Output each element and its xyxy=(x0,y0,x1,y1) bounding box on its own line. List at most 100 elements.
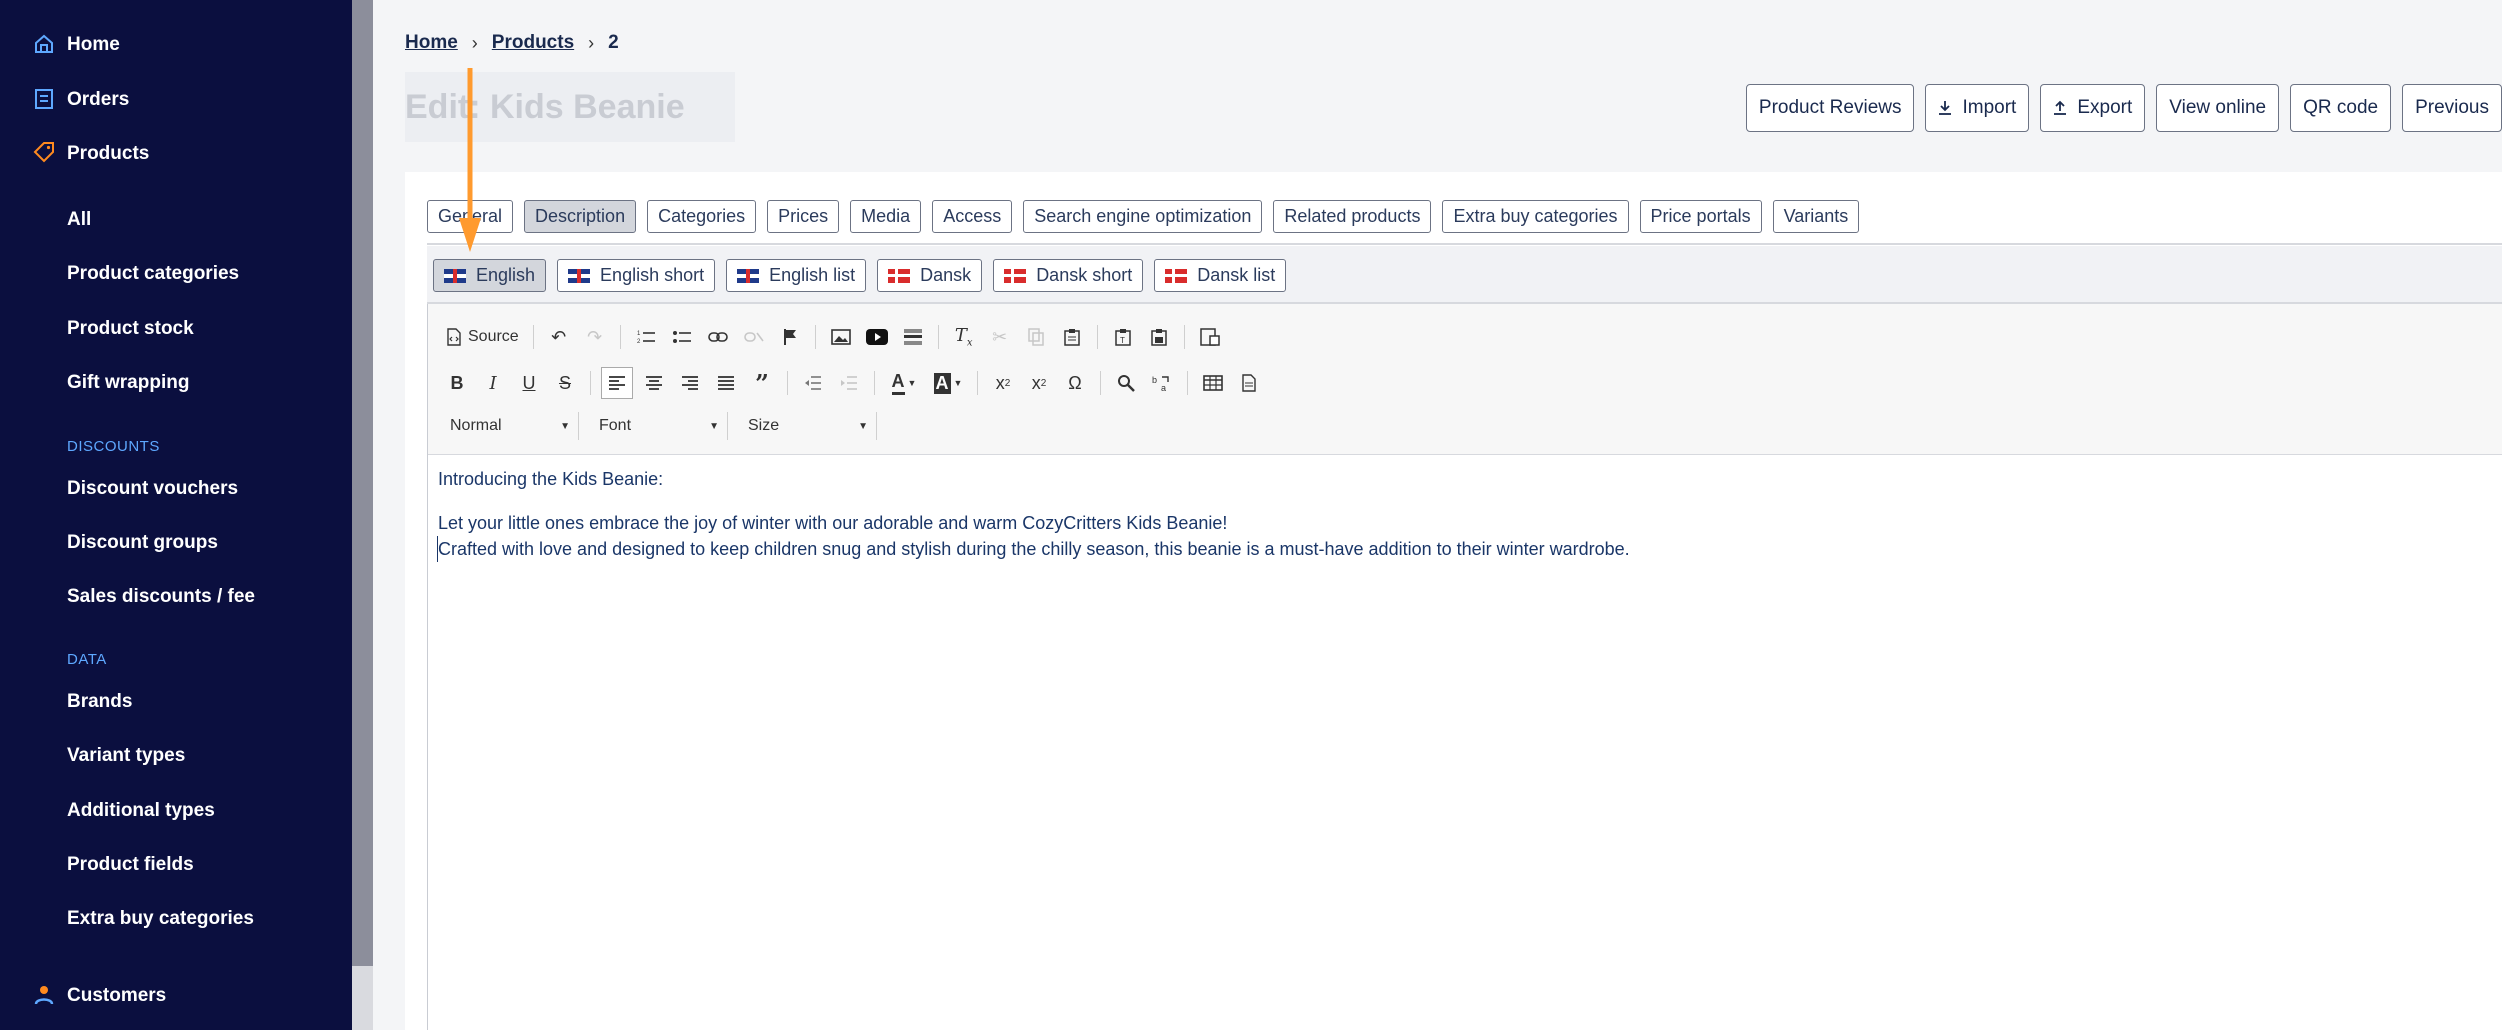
tab-related-products[interactable]: Related products xyxy=(1273,200,1432,233)
increase-indent-icon[interactable] xyxy=(834,368,864,398)
sidebar-subitem-variant-types[interactable]: Variant types xyxy=(67,745,185,767)
image-glyph xyxy=(830,329,851,345)
source-label: Source xyxy=(468,328,519,345)
decrease-indent-icon[interactable] xyxy=(798,368,828,398)
strikethrough-icon[interactable]: S xyxy=(550,368,580,398)
find-icon[interactable] xyxy=(1111,368,1141,398)
font-select[interactable]: Font ▼ xyxy=(591,412,728,440)
paste-text-icon[interactable]: T xyxy=(1108,322,1138,352)
numbered-list-icon[interactable]: 12 xyxy=(631,322,661,352)
link-icon[interactable] xyxy=(703,322,733,352)
tab-seo[interactable]: Search engine optimization xyxy=(1023,200,1263,233)
scrollbar-thumb[interactable] xyxy=(352,966,373,1030)
breadcrumb-home[interactable]: Home xyxy=(405,32,458,54)
cut-icon[interactable]: ✂ xyxy=(985,322,1015,352)
export-button[interactable]: Export xyxy=(2040,84,2146,132)
sidebar-subitem-product-categories[interactable]: Product categories xyxy=(67,263,239,285)
previous-label: Previous xyxy=(2415,97,2489,118)
caret-down-icon: ▼ xyxy=(560,420,570,432)
tab-access[interactable]: Access xyxy=(932,200,1013,233)
text-color-icon[interactable]: A ▼ xyxy=(885,368,923,398)
qr-code-button[interactable]: QR code xyxy=(2290,84,2392,132)
paste-icon[interactable] xyxy=(1057,322,1087,352)
lang-tab-dansk-short[interactable]: Dansk short xyxy=(993,259,1144,292)
undo-icon[interactable]: ↶ xyxy=(544,322,574,352)
special-character-icon[interactable]: Ω xyxy=(1060,368,1090,398)
image-icon[interactable] xyxy=(826,322,856,352)
table-icon[interactable] xyxy=(1198,368,1228,398)
tab-media[interactable]: Media xyxy=(850,200,922,233)
tab-price-portals[interactable]: Price portals xyxy=(1639,200,1762,233)
sidebar-subitem-brands[interactable]: Brands xyxy=(67,691,132,713)
table-glyph xyxy=(1203,375,1223,391)
sidebar-subitem-gift-wrapping[interactable]: Gift wrapping xyxy=(67,372,189,394)
redo-icon[interactable]: ↷ xyxy=(580,322,610,352)
product-reviews-button[interactable]: Product Reviews xyxy=(1745,84,1915,132)
bold-icon[interactable]: B xyxy=(442,368,472,398)
sidebar-subitem-additional-types[interactable]: Additional types xyxy=(67,800,215,822)
source-button[interactable]: Source xyxy=(442,322,523,352)
sidebar-scrollbar[interactable] xyxy=(352,0,373,1030)
tab-extra-buy-categories[interactable]: Extra buy categories xyxy=(1442,200,1629,233)
toolbar-separator xyxy=(977,371,978,395)
size-select[interactable]: Size ▼ xyxy=(740,412,877,440)
language-bar: English English short English list Dansk… xyxy=(427,246,2502,302)
youtube-icon[interactable] xyxy=(862,322,892,352)
unlink-icon[interactable] xyxy=(739,322,769,352)
sidebar-subitem-product-stock[interactable]: Product stock xyxy=(67,318,194,340)
sidebar-subitem-sales-discounts[interactable]: Sales discounts / fee xyxy=(67,586,255,608)
superscript-icon[interactable]: x2 xyxy=(988,368,1018,398)
svg-text:a: a xyxy=(1161,383,1166,392)
tab-variants[interactable]: Variants xyxy=(1772,200,1860,233)
sidebar-subitem-discount-groups[interactable]: Discount groups xyxy=(67,532,218,554)
lang-tab-english-short[interactable]: English short xyxy=(557,259,716,292)
sidebar-subitem-extra-buy-categories[interactable]: Extra buy categories xyxy=(67,908,254,930)
previous-button[interactable]: Previous xyxy=(2402,84,2502,132)
justify-icon[interactable] xyxy=(711,368,741,398)
blockquote-icon[interactable]: ” xyxy=(747,368,777,398)
lang-tab-dansk-list[interactable]: Dansk list xyxy=(1154,259,1287,292)
align-left-glyph xyxy=(609,376,625,390)
template-icon[interactable] xyxy=(1234,368,1264,398)
align-right-icon[interactable] xyxy=(675,368,705,398)
lang-tab-dansk[interactable]: Dansk xyxy=(877,259,983,292)
breadcrumb-products[interactable]: Products xyxy=(492,32,574,54)
tab-prices[interactable]: Prices xyxy=(767,200,840,233)
paste-word-icon[interactable] xyxy=(1144,322,1174,352)
toolbar-separator xyxy=(590,371,591,395)
lang-tab-english-list[interactable]: English list xyxy=(726,259,867,292)
editor-content[interactable]: Introducing the Kids Beanie: Let your li… xyxy=(437,466,1630,562)
underline-icon[interactable]: U xyxy=(514,368,544,398)
anchor-flag-icon[interactable] xyxy=(775,322,805,352)
editor-blank-line xyxy=(438,492,1630,510)
sidebar-section-data: DATA xyxy=(67,651,107,668)
sidebar-subitem-all[interactable]: All xyxy=(67,209,91,231)
italic-icon[interactable]: I xyxy=(478,368,508,398)
sidebar-subitem-discount-vouchers[interactable]: Discount vouchers xyxy=(67,478,238,500)
find-glyph xyxy=(1118,375,1135,392)
sidebar-subitem-product-fields[interactable]: Product fields xyxy=(67,854,194,876)
uk-flag-icon xyxy=(568,268,591,283)
page-title: Edit: Kids Beanie xyxy=(405,72,735,142)
lang-tab-english[interactable]: English xyxy=(433,259,547,292)
background-color-icon[interactable]: A ▼ xyxy=(929,368,967,398)
remove-format-icon[interactable]: Tx xyxy=(949,322,979,352)
horizontal-line-icon[interactable] xyxy=(898,322,928,352)
copy-glyph xyxy=(1027,328,1044,346)
align-left-icon[interactable] xyxy=(601,367,633,399)
preview-icon[interactable] xyxy=(1195,322,1225,352)
caret-down-icon: ▼ xyxy=(709,420,719,432)
tab-description[interactable]: Description xyxy=(524,200,637,233)
bulleted-list-icon[interactable] xyxy=(667,322,697,352)
lang-tab-label: English list xyxy=(769,265,856,285)
subscript-icon[interactable]: x2 xyxy=(1024,368,1054,398)
import-button[interactable]: Import xyxy=(1925,84,2030,132)
font-select-value: Font xyxy=(599,417,632,434)
align-center-icon[interactable] xyxy=(639,368,669,398)
replace-icon[interactable]: ba xyxy=(1147,368,1177,398)
view-online-button[interactable]: View online xyxy=(2156,84,2280,132)
format-select[interactable]: Normal ▼ xyxy=(442,412,579,440)
preview-glyph xyxy=(1199,328,1220,346)
tab-categories[interactable]: Categories xyxy=(647,200,757,233)
copy-icon[interactable] xyxy=(1021,322,1051,352)
